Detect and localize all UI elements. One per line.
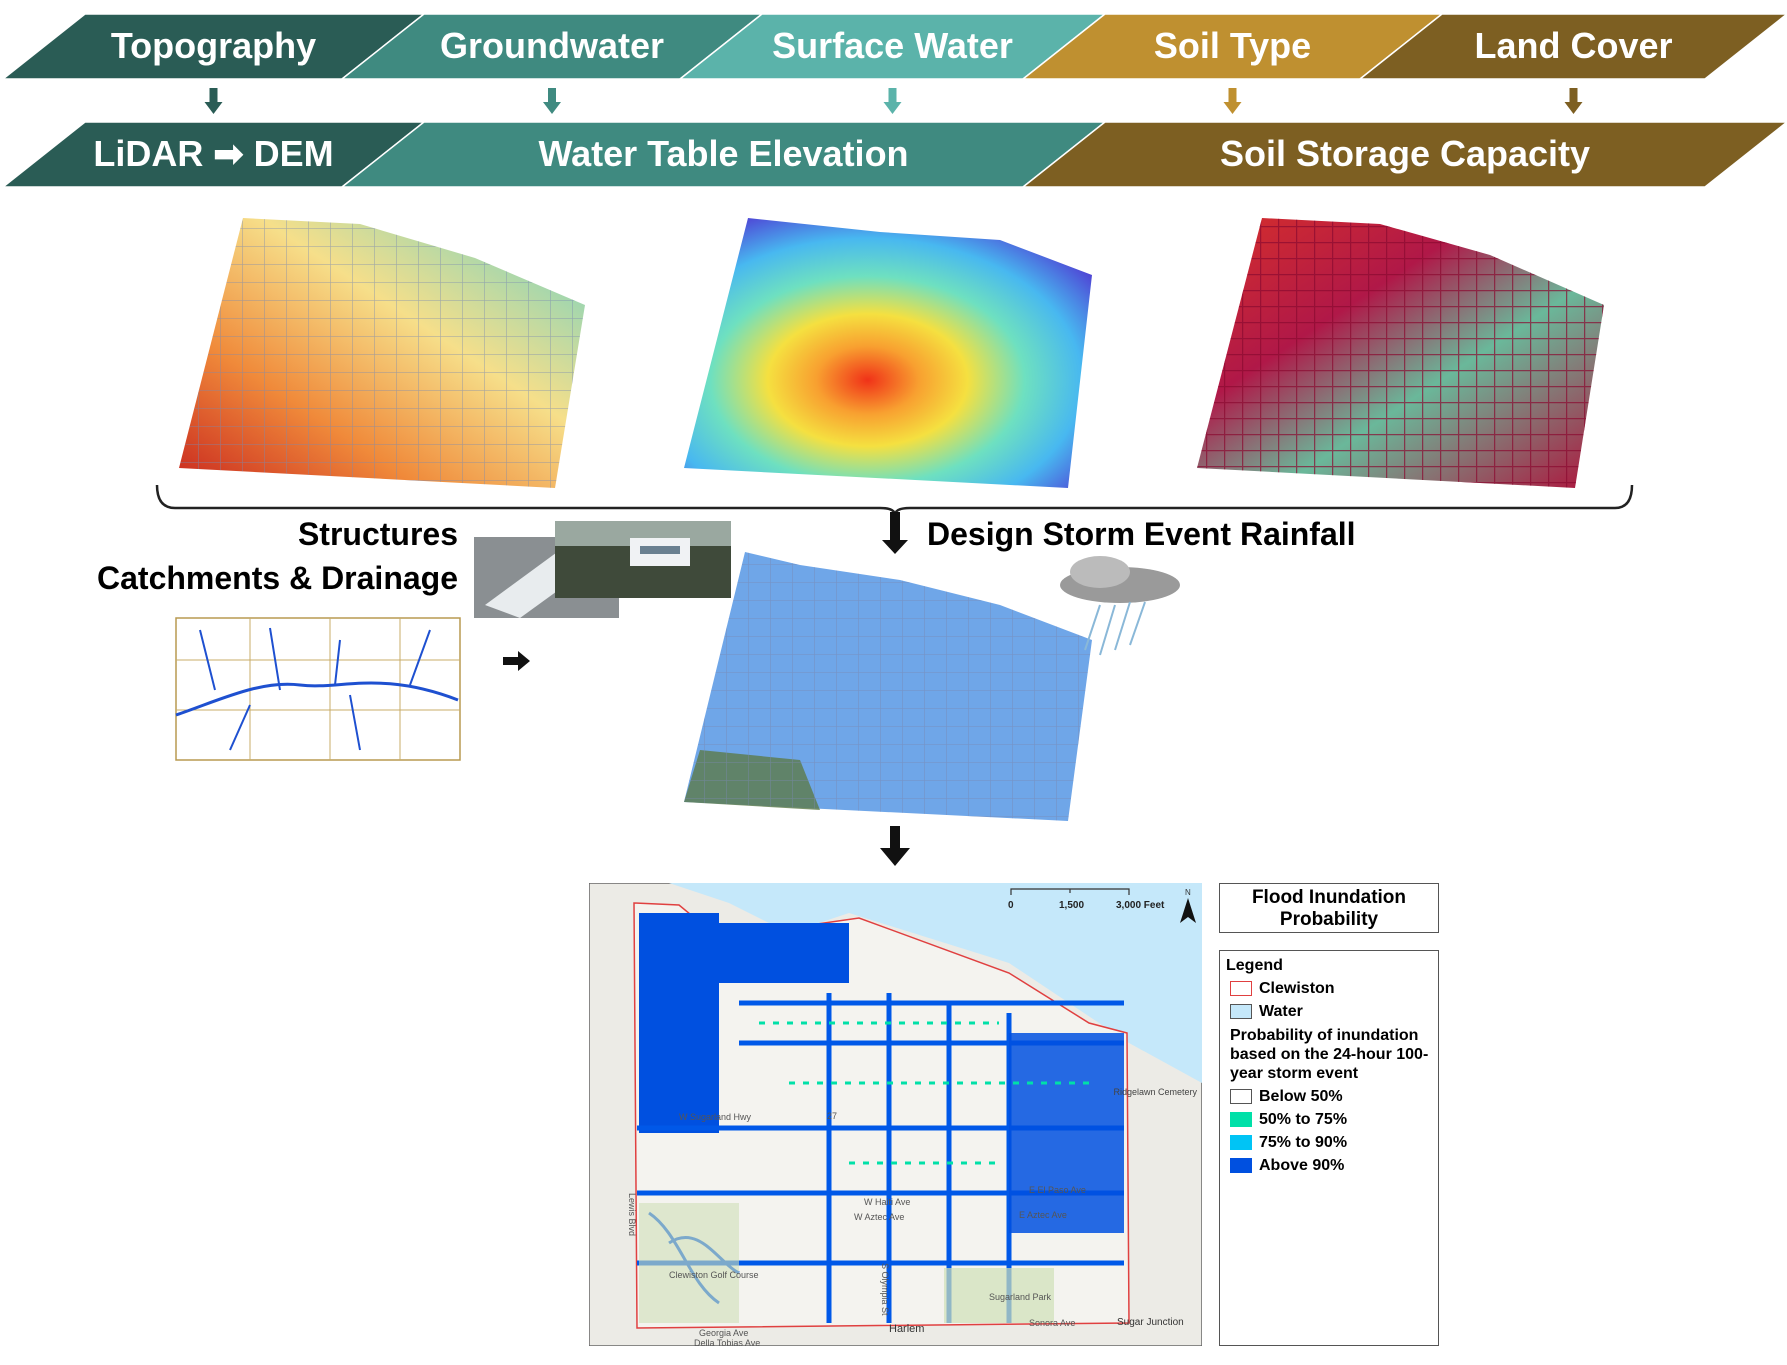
legend-item: Above 90% — [1230, 1156, 1432, 1175]
banner-label: Surface Water — [772, 25, 1013, 66]
street-label: W Sugarland Hwy — [679, 1112, 752, 1122]
legend-item: Below 50% — [1230, 1087, 1432, 1106]
street-label: S Olympia St — [880, 1263, 890, 1316]
water-table-map — [684, 218, 1092, 488]
rainfall-scenario-map — [684, 552, 1092, 821]
soil-storage-map — [1197, 218, 1604, 488]
drainage-network-map — [175, 617, 461, 761]
street-label: W Haiti Ave — [864, 1197, 910, 1207]
street-label: W Aztec Ave — [854, 1212, 904, 1222]
down-arrow-icon — [883, 88, 902, 114]
street-label: Lewis Blvd — [627, 1193, 637, 1236]
structure-photos — [474, 521, 731, 618]
legend-swatch — [1230, 1112, 1252, 1127]
svg-text:N: N — [1185, 888, 1191, 897]
legend-title: Flood Inundation Probability — [1219, 883, 1439, 933]
svg-text:0: 0 — [1008, 900, 1014, 911]
street-label: Harlem — [889, 1323, 924, 1335]
street-label: E El Paso Ave — [1029, 1185, 1086, 1195]
street-label: Sonora Ave — [1029, 1318, 1075, 1328]
down-arrow-icon — [882, 512, 908, 554]
banner-label: Land Cover — [1474, 25, 1672, 66]
down-arrow-icon — [204, 88, 223, 114]
legend-swatch — [1230, 1158, 1252, 1173]
banner-label: Topography — [111, 25, 316, 66]
legend-item-clewiston: Clewiston — [1230, 979, 1432, 998]
flood-inundation-map: W Sugarland Hwy 27 Lewis Blvd W Haiti Av… — [589, 883, 1202, 1346]
legend-item: 75% to 90% — [1230, 1133, 1432, 1152]
street-label: Sugarland Park — [989, 1292, 1052, 1302]
banner-label: Water Table Elevation — [538, 133, 908, 174]
banner-label: LiDAR ➡ DEM — [93, 133, 333, 174]
middle-graphics — [175, 512, 1180, 866]
banner-label: Groundwater — [440, 25, 664, 66]
down-arrow-icon — [880, 826, 910, 866]
legend-heading: Legend — [1226, 957, 1283, 974]
down-arrow-icon — [1564, 88, 1583, 114]
street-label: Sugar Junction — [1117, 1317, 1184, 1328]
legend-swatch — [1230, 1004, 1252, 1019]
legend-swatch — [1230, 1135, 1252, 1150]
legend-swatch — [1230, 981, 1252, 996]
street-label: Clewiston Golf Course — [669, 1270, 759, 1280]
banner-label: Soil Type — [1154, 25, 1311, 66]
down-arrow-icon — [543, 88, 561, 114]
legend: Legend Clewiston Water Probability of in… — [1219, 950, 1439, 1346]
input-data-banner: Topography Groundwater Surface Water Soil T… — [0, 13, 1787, 188]
legend-item-water: Water — [1230, 1002, 1432, 1021]
street-label: Georgia Ave — [699, 1328, 748, 1338]
svg-text:1,500: 1,500 — [1059, 900, 1084, 911]
dem-map — [179, 218, 585, 488]
small-arrow-icon — [503, 651, 530, 671]
svg-text:3,000 Feet: 3,000 Feet — [1116, 900, 1165, 911]
down-arrow-icon — [1223, 88, 1242, 114]
street-label: Ridgelawn Cemetery — [1113, 1087, 1197, 1097]
legend-swatch — [1230, 1089, 1252, 1104]
legend-item: 50% to 75% — [1230, 1110, 1432, 1129]
street-label: 27 — [827, 1111, 837, 1121]
banner-label: Soil Storage Capacity — [1220, 133, 1590, 174]
input-maps — [155, 218, 1634, 516]
street-label: Della Tobias Ave — [694, 1338, 760, 1346]
legend-description: Probability of inundation based on the 2… — [1230, 1027, 1429, 1082]
street-label: E Aztec Ave — [1019, 1210, 1067, 1220]
